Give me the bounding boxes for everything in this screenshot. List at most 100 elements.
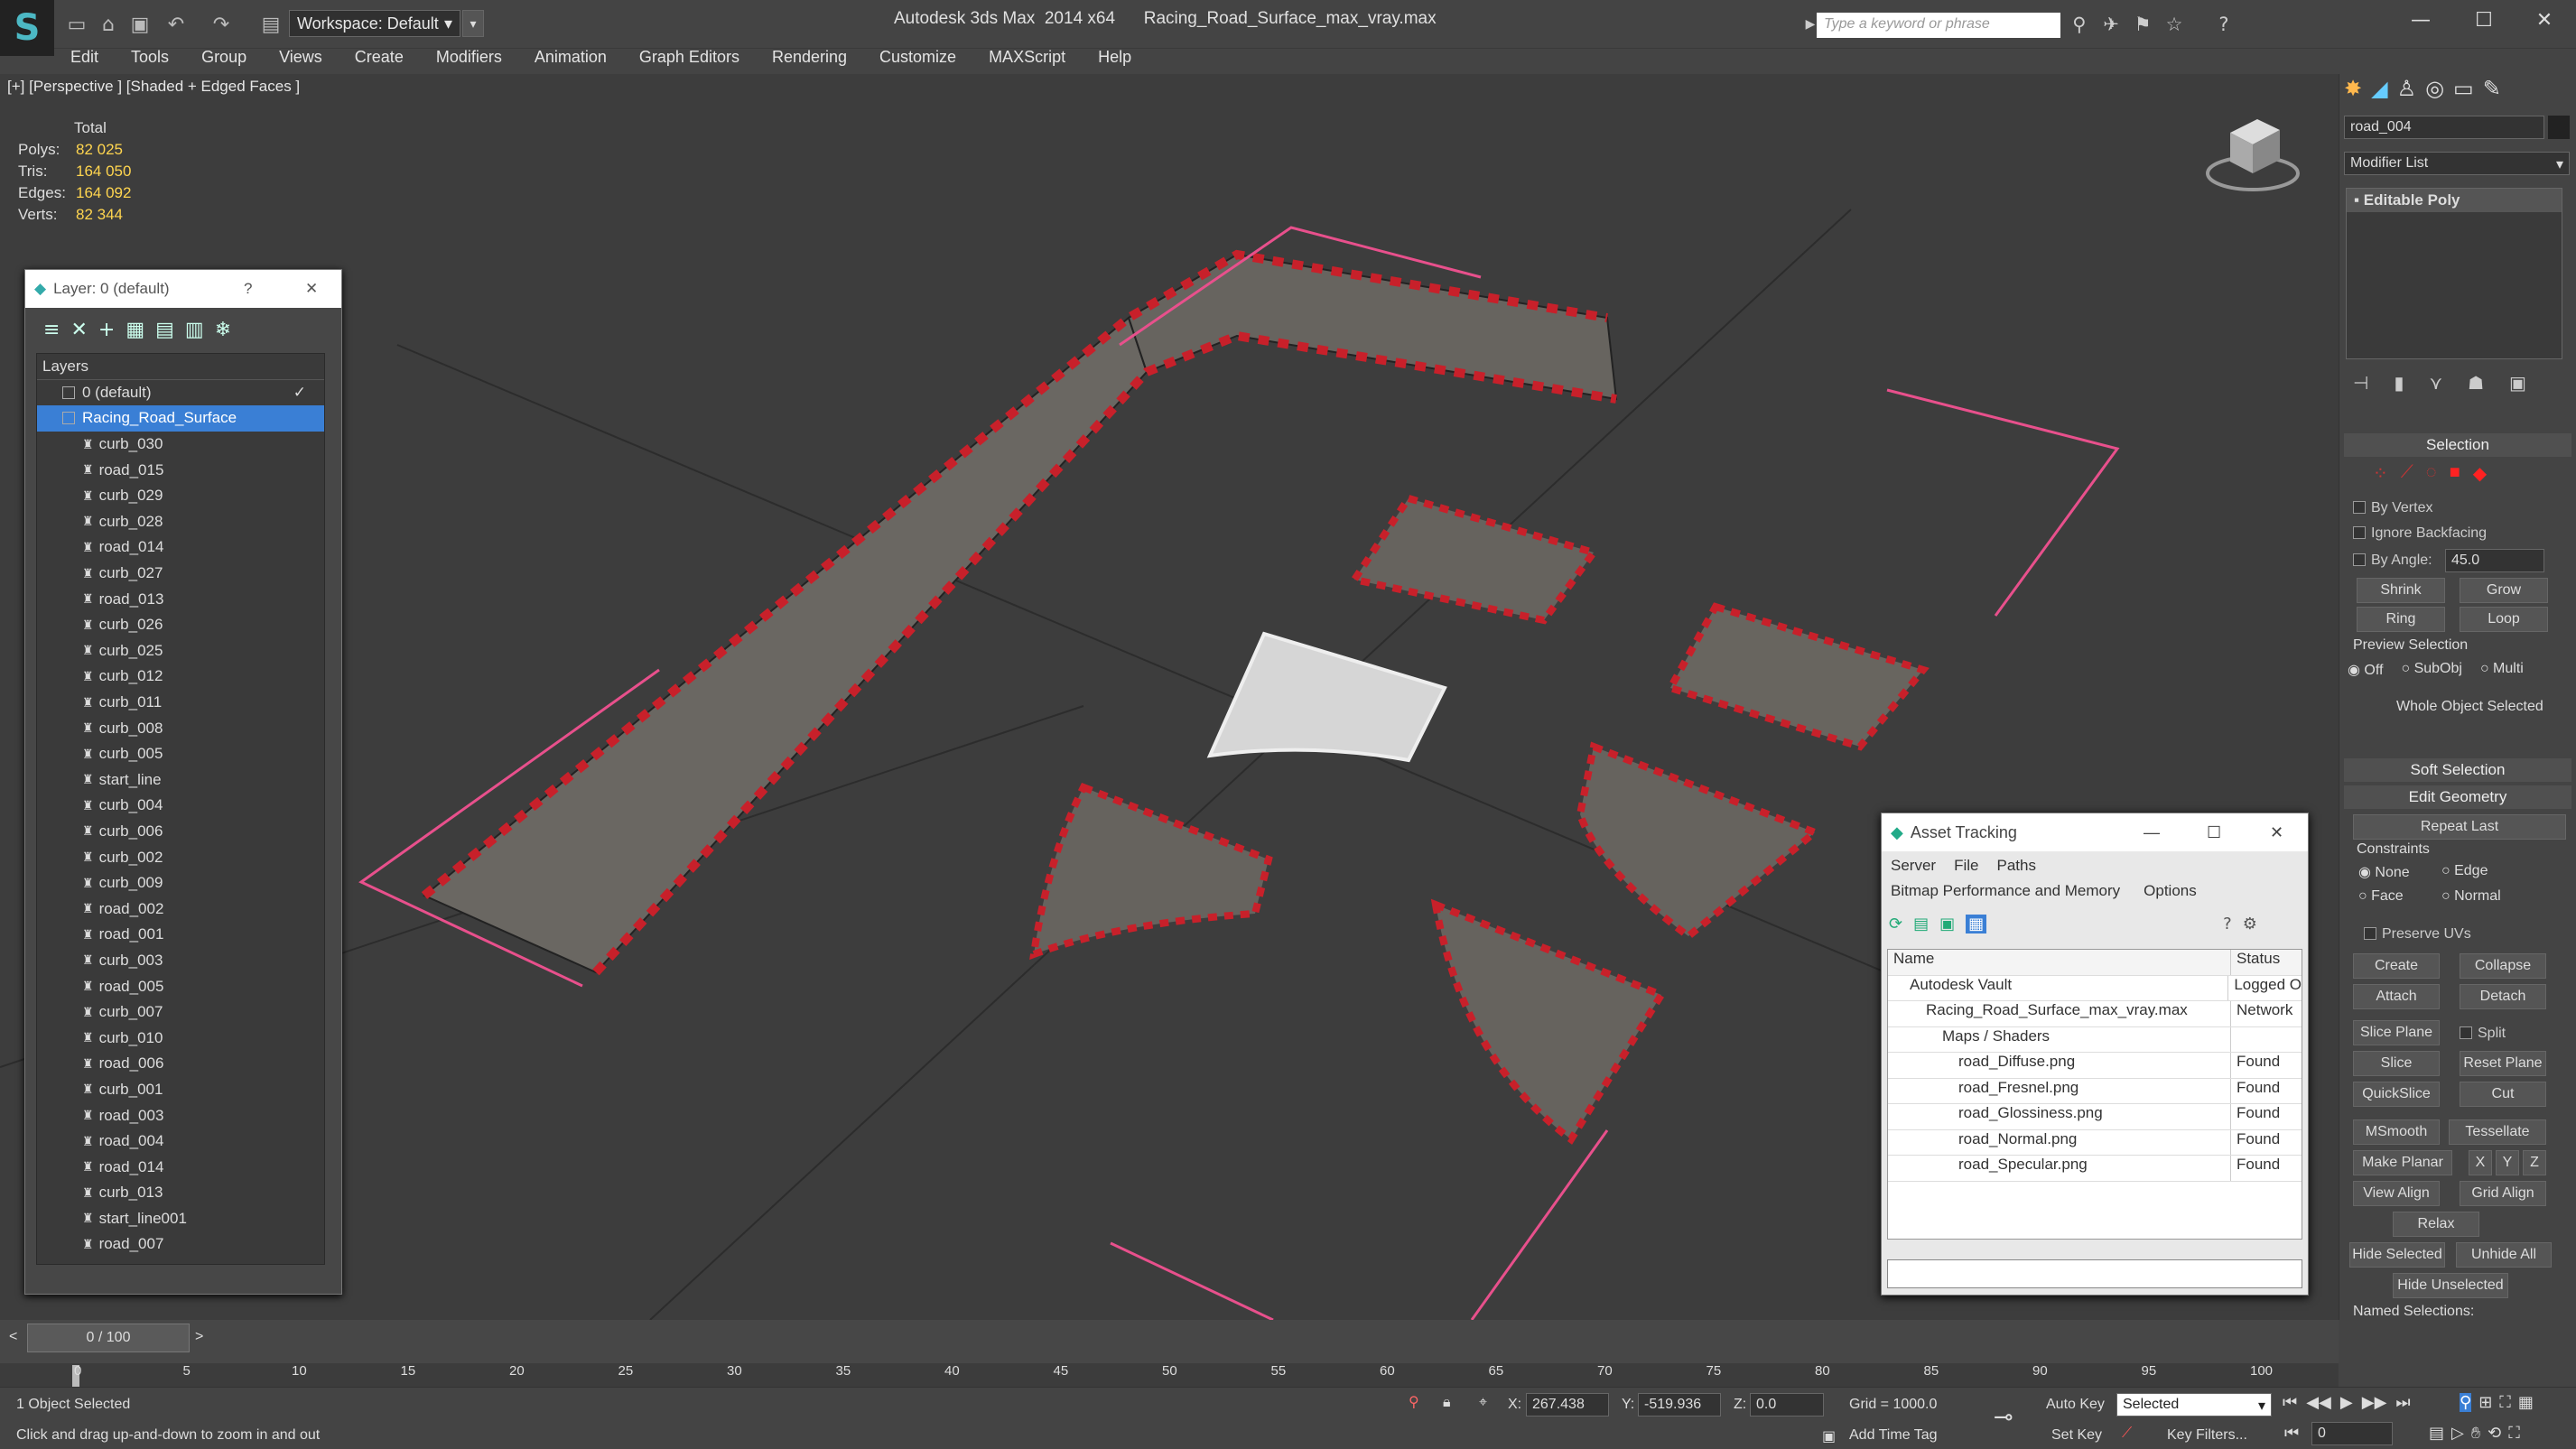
binoculars-icon[interactable]: ⚲ bbox=[2066, 11, 2093, 38]
set-key-button[interactable]: Set Key bbox=[2051, 1427, 2102, 1444]
layer-object-item[interactable]: ♜ curb_025 bbox=[37, 638, 324, 664]
time-tag-icon[interactable]: ▣ bbox=[1822, 1427, 1836, 1444]
border-icon[interactable]: ◌ bbox=[2426, 462, 2437, 485]
minimize-button[interactable]: — bbox=[2144, 823, 2160, 842]
previous-frame-icon[interactable]: ◀◀ bbox=[2306, 1393, 2331, 1412]
asset-row[interactable]: Racing_Road_Surface_max_vray.max Network bbox=[1888, 1001, 2302, 1027]
undo-icon[interactable]: ↶ bbox=[163, 11, 190, 38]
go-to-start-icon[interactable]: ⏮ bbox=[2283, 1393, 2297, 1412]
favorites-icon[interactable]: ☆ bbox=[2161, 11, 2188, 38]
planar-y-button[interactable]: Y bbox=[2496, 1150, 2519, 1175]
maximize-viewport-icon[interactable]: ⛶ bbox=[2508, 1424, 2520, 1443]
pin-stack-icon[interactable]: ⊣ bbox=[2353, 372, 2368, 394]
x-coordinate-field[interactable]: 267.438 bbox=[1526, 1393, 1609, 1416]
tessellate-button[interactable]: Tessellate bbox=[2449, 1119, 2546, 1145]
polygon-icon[interactable]: ■ bbox=[2450, 462, 2460, 485]
remove-modifier-icon[interactable]: ☗ bbox=[2468, 372, 2484, 394]
hide-selected-button[interactable]: Hide Selected bbox=[2349, 1242, 2445, 1268]
transform-mode-icon[interactable]: ⌖ bbox=[1479, 1393, 1487, 1411]
selection-rollout[interactable]: Selection bbox=[2344, 433, 2571, 457]
planar-x-button[interactable]: X bbox=[2469, 1150, 2492, 1175]
layer-close-button[interactable]: ✕ bbox=[305, 280, 318, 298]
time-next-icon[interactable]: > bbox=[195, 1329, 203, 1345]
zoom-icon[interactable]: ⚲ bbox=[2460, 1393, 2472, 1412]
add-to-layer-icon[interactable]: + bbox=[98, 319, 115, 341]
loop-button[interactable]: Loop bbox=[2460, 607, 2548, 632]
select-objects-icon[interactable]: ▦ bbox=[126, 319, 144, 341]
new-layer-icon[interactable]: ≡ bbox=[43, 319, 60, 341]
planar-z-button[interactable]: Z bbox=[2523, 1150, 2546, 1175]
status-column-header[interactable]: Status bbox=[2231, 950, 2280, 975]
zoom-all-icon[interactable]: ⊞ bbox=[2478, 1393, 2492, 1412]
hide-unselected-button[interactable]: Hide Unselected bbox=[2393, 1273, 2508, 1298]
close-button[interactable]: ✕ bbox=[2513, 0, 2576, 40]
layer-object-item[interactable]: ♜ curb_005 bbox=[37, 741, 324, 767]
menu-rendering[interactable]: Rendering bbox=[756, 48, 863, 67]
shrink-button[interactable]: Shrink bbox=[2357, 578, 2445, 603]
asset-row[interactable]: Maps / Shaders bbox=[1888, 1026, 2302, 1053]
asset-row[interactable]: road_Normal.png Found bbox=[1888, 1129, 2302, 1156]
layer-object-item[interactable]: ♜ curb_026 bbox=[37, 612, 324, 638]
layer-object-item[interactable]: ♜ curb_030 bbox=[37, 432, 324, 458]
slice-button[interactable]: Slice bbox=[2353, 1051, 2440, 1076]
layer-object-item[interactable]: ♜ curb_028 bbox=[37, 509, 324, 535]
freeze-all-icon[interactable]: ❄ bbox=[215, 319, 231, 341]
workspace-dropdown[interactable]: Workspace: Default ▾ bbox=[289, 10, 460, 37]
refresh-icon[interactable]: ⟳ bbox=[1889, 915, 1902, 933]
open-file-icon[interactable]: ⌂ bbox=[95, 11, 122, 38]
configure-sets-icon[interactable]: ▣ bbox=[2509, 372, 2526, 394]
menu-server[interactable]: Server bbox=[1891, 857, 1936, 875]
layer-object-item[interactable]: ♜ road_014 bbox=[37, 1154, 324, 1180]
layer-object-item[interactable]: ♜ road_006 bbox=[37, 1051, 324, 1077]
layer-object-item[interactable]: ♜ curb_004 bbox=[37, 793, 324, 819]
list-view-icon[interactable]: ▤ bbox=[1913, 915, 1929, 933]
by-vertex-checkbox[interactable]: By Vertex bbox=[2353, 500, 2432, 516]
layer-object-item[interactable]: ♜ start_line bbox=[37, 767, 324, 794]
layer-object-item[interactable]: ♜ road_015 bbox=[37, 457, 324, 483]
stack-toggle-icon[interactable]: ▪ bbox=[2354, 191, 2364, 209]
layer-object-item[interactable]: ♜ curb_010 bbox=[37, 1025, 324, 1051]
set-key-icon[interactable]: ⊸ bbox=[1994, 1404, 2013, 1431]
menu-edit[interactable]: Edit bbox=[54, 48, 115, 67]
menu-modifiers[interactable]: Modifiers bbox=[420, 48, 518, 67]
viewport-label[interactable]: [+] [Perspective ] [Shaded + Edged Faces… bbox=[7, 78, 300, 96]
object-name-field[interactable]: road_004 bbox=[2344, 116, 2544, 139]
modifier-list-dropdown[interactable]: Modifier List ▾ bbox=[2344, 152, 2570, 175]
menu-animation[interactable]: Animation bbox=[518, 48, 623, 67]
layer-object-item[interactable]: ♜ road_004 bbox=[37, 1129, 324, 1155]
workspace-menu-button[interactable]: ▾ bbox=[462, 10, 484, 37]
new-file-icon[interactable]: ▭ bbox=[63, 11, 90, 38]
make-unique-icon[interactable]: ⋎ bbox=[2429, 372, 2442, 394]
minimize-button[interactable]: — bbox=[2389, 0, 2452, 40]
menu-paths[interactable]: Paths bbox=[1996, 857, 2035, 875]
layer-dialog-header[interactable]: ◆ Layer: 0 (default) ? ✕ bbox=[25, 270, 341, 308]
unhide-all-button[interactable]: Unhide All bbox=[2456, 1242, 2552, 1268]
layer-default[interactable]: 0 (default) ✓ bbox=[37, 380, 324, 406]
repeat-last-button[interactable]: Repeat Last bbox=[2353, 814, 2566, 840]
menu-customize[interactable]: Customize bbox=[863, 48, 972, 67]
asset-table[interactable]: Name Status Autodesk Vault Logged O Racing_… bbox=[1887, 949, 2302, 1240]
delete-layer-icon[interactable]: ✕ bbox=[70, 319, 87, 341]
isolate-icon[interactable]: ⚲ bbox=[1409, 1393, 1419, 1410]
app-logo-icon[interactable]: S bbox=[0, 0, 54, 56]
close-button[interactable]: ✕ bbox=[2270, 823, 2283, 842]
layer-object-item[interactable]: ♜ curb_007 bbox=[37, 999, 324, 1026]
current-frame-field[interactable]: 0 bbox=[2311, 1422, 2393, 1445]
layer-object-item[interactable]: ♜ curb_012 bbox=[37, 664, 324, 690]
grid-align-button[interactable]: Grid Align bbox=[2460, 1181, 2546, 1206]
constraint-face-radio[interactable]: ○ Face bbox=[2358, 888, 2404, 905]
maximize-button[interactable]: ☐ bbox=[2207, 823, 2221, 842]
hide-all-icon[interactable]: ▥ bbox=[185, 319, 204, 341]
element-icon[interactable]: ◆ bbox=[2473, 462, 2487, 485]
asset-row[interactable]: road_Diffuse.png Found bbox=[1888, 1053, 2302, 1079]
object-color-swatch[interactable] bbox=[2548, 116, 2570, 139]
ring-button[interactable]: Ring bbox=[2357, 607, 2445, 632]
slice-plane-button[interactable]: Slice Plane bbox=[2353, 1020, 2440, 1045]
hierarchy-tab-icon[interactable]: ♙ bbox=[2397, 76, 2417, 101]
redo-icon[interactable]: ↷ bbox=[208, 11, 235, 38]
key-mode-dropdown[interactable]: Selected ▾ bbox=[2116, 1393, 2272, 1416]
thumbnail-icon[interactable]: ▣ bbox=[1939, 915, 1955, 933]
modify-tab-icon[interactable]: ◢ bbox=[2371, 76, 2387, 101]
menu-tools[interactable]: Tools bbox=[115, 48, 185, 67]
layer-object-item[interactable]: ♜ curb_003 bbox=[37, 948, 324, 974]
